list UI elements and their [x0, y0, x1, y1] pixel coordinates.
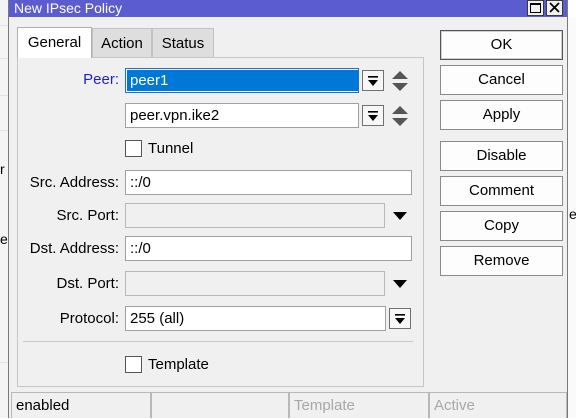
- peer-dropdown-button[interactable]: [362, 70, 384, 91]
- status-empty-cell: [151, 392, 289, 418]
- up-down-arrows-icon[interactable]: [391, 68, 409, 94]
- cancel-button[interactable]: Cancel: [440, 65, 563, 95]
- apply-button[interactable]: Apply: [440, 100, 563, 130]
- disable-button[interactable]: Disable: [440, 141, 563, 171]
- status-bar: enabled Template Active: [9, 392, 567, 418]
- ipsec-policy-window: New IPsec Policy General Action Status P…: [8, 0, 568, 418]
- protocol-label: Protocol:: [59, 310, 119, 327]
- template-checkbox[interactable]: [125, 356, 142, 373]
- peer-field[interactable]: peer1: [125, 68, 359, 93]
- src-port-dropdown-icon[interactable]: [391, 210, 409, 222]
- background-text-fragment: r: [0, 161, 5, 177]
- close-icon: [549, 2, 560, 13]
- window-title: New IPsec Policy: [14, 0, 123, 16]
- status-active: Active: [429, 392, 567, 418]
- remove-button[interactable]: Remove: [440, 246, 563, 276]
- src-address-label: Src. Address:: [29, 174, 119, 191]
- background-text-fragment: e: [569, 206, 576, 222]
- form-separator: [23, 341, 413, 342]
- dropdown-arrow-icon: [368, 111, 378, 121]
- maximize-button[interactable]: [527, 0, 544, 16]
- status-template: Template: [289, 392, 429, 418]
- close-button[interactable]: [546, 0, 563, 16]
- src-port-input[interactable]: [125, 203, 385, 228]
- peer-secondary-dropdown-button[interactable]: [362, 105, 384, 126]
- tab-action[interactable]: Action: [92, 28, 152, 58]
- src-address-input[interactable]: ::/0: [125, 170, 412, 195]
- copy-button[interactable]: Copy: [440, 211, 563, 241]
- peer-label: Peer:: [83, 71, 119, 88]
- tunnel-label: Tunnel: [148, 140, 194, 157]
- template-label: Template: [148, 356, 209, 373]
- tab-general[interactable]: General: [17, 27, 92, 58]
- dst-port-dropdown-icon[interactable]: [391, 278, 409, 290]
- dst-port-label: Dst. Port:: [56, 275, 119, 292]
- dropdown-arrow-icon: [368, 76, 378, 86]
- title-bar[interactable]: New IPsec Policy: [9, 0, 567, 17]
- background-window-left: [0, 0, 8, 418]
- maximize-icon: [530, 3, 541, 13]
- protocol-dropdown-button[interactable]: [389, 308, 411, 329]
- dropdown-arrow-icon: [395, 314, 405, 324]
- background-divider: [0, 25, 8, 26]
- src-port-label: Src. Port:: [56, 207, 119, 224]
- protocol-select[interactable]: 255 (all): [125, 306, 386, 331]
- peer-value: peer1: [127, 70, 358, 91]
- tab-status[interactable]: Status: [152, 28, 214, 58]
- background-divider: [0, 130, 8, 131]
- background-divider: [0, 95, 8, 96]
- background-divider: [0, 362, 8, 363]
- dst-port-input[interactable]: [125, 271, 385, 296]
- ok-button[interactable]: OK: [440, 30, 563, 60]
- peer-secondary-field[interactable]: peer.vpn.ike2: [125, 103, 359, 128]
- tunnel-checkbox[interactable]: [125, 140, 142, 157]
- status-enabled: enabled: [11, 392, 151, 418]
- comment-button[interactable]: Comment: [440, 176, 563, 206]
- dst-address-input[interactable]: ::/0: [125, 236, 412, 261]
- background-divider: [0, 58, 8, 59]
- dst-address-label: Dst. Address:: [29, 240, 119, 257]
- up-down-arrows-icon[interactable]: [391, 103, 409, 129]
